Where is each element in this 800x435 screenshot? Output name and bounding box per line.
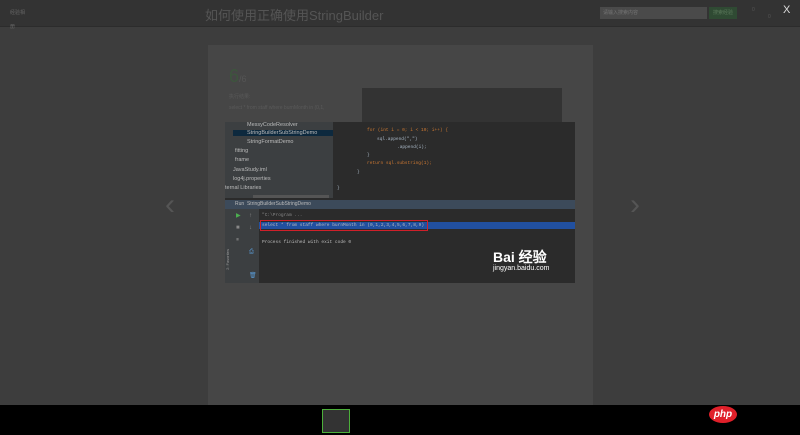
php-badge: php	[709, 406, 737, 423]
code-editor: for (int i = 0; i < 10; i++) { sql.appen…	[337, 122, 575, 198]
article-text: select * from staff where burnMonth in (…	[229, 105, 325, 111]
tree-item[interactable]: MessyCodeResolver	[247, 122, 298, 128]
tree-item[interactable]: frame	[235, 157, 249, 163]
trash-icon[interactable]: 🗑	[249, 273, 257, 279]
logo[interactable]: 经验相册	[10, 6, 28, 30]
code-line: return sql.substring(1);	[367, 161, 432, 166]
tree-item[interactable]: fitting	[235, 148, 248, 154]
run-toolbar: Run StringBuilderSubStringDemo	[225, 200, 575, 209]
project-tree: MessyCodeResolver StringBuilderSubString…	[225, 122, 333, 198]
tree-item[interactable]: StringFormatDemo	[247, 139, 293, 145]
code-line: }	[357, 170, 360, 175]
code-line: for (int i = 0; i < 10; i++) {	[367, 128, 449, 133]
code-line: }	[367, 153, 370, 158]
page-title: 如何使用正确使用StringBuilder	[205, 8, 384, 23]
article-heading: 执行结果:	[229, 94, 251, 100]
print-icon[interactable]: ⎙	[249, 249, 255, 255]
search-input[interactable]	[600, 7, 707, 19]
up-icon[interactable]: ↑	[249, 213, 255, 219]
watermark-url: jingyan.baidu.com	[493, 265, 550, 272]
search-button[interactable]: 搜索经验	[709, 7, 737, 19]
prev-arrow-icon[interactable]: ‹	[165, 188, 175, 222]
tree-item-selected[interactable]: StringBuilderSubStringDemo	[233, 130, 333, 136]
code-line: sql.append(",")	[377, 137, 418, 142]
close-button[interactable]: X	[783, 4, 790, 16]
page-current: 6	[229, 66, 240, 86]
baidu-watermark: Bai 经验	[493, 249, 547, 265]
thumbnail-active[interactable]	[322, 409, 350, 433]
background-image	[362, 88, 562, 122]
run-icon[interactable]: ▶	[236, 213, 242, 219]
run-label: Run	[235, 201, 245, 207]
page-counter: 6/6	[229, 66, 247, 87]
like-count[interactable]: 0	[752, 7, 755, 13]
code-line: .append(i);	[397, 145, 427, 150]
code-line: }	[337, 186, 340, 191]
thumbnail-strip	[0, 405, 800, 435]
lightbox-image: MessyCodeResolver StringBuilderSubString…	[225, 122, 575, 283]
tree-item[interactable]: ternal Libraries	[225, 185, 261, 191]
stop-icon[interactable]: ■	[236, 225, 242, 231]
tree-item[interactable]: log4j.properties	[233, 176, 271, 182]
highlight-box	[260, 220, 428, 231]
pause-icon[interactable]: ⏸	[236, 237, 242, 243]
next-arrow-icon[interactable]: ›	[630, 188, 640, 222]
page-total: /6	[239, 74, 247, 84]
top-bar: 经验相册 如何使用正确使用StringBuilder 搜索经验 0 0 X	[0, 0, 800, 30]
run-sidebar: ▶ ■ ⏸ ↑ ↓ ⎙ 🗑 2: Favorites	[225, 209, 259, 283]
console-line: "C:\Program ...	[262, 213, 303, 218]
run-config[interactable]: StringBuilderSubStringDemo	[247, 201, 311, 207]
comment-count[interactable]: 0	[768, 14, 771, 20]
down-icon[interactable]: ↓	[249, 225, 255, 231]
favorites-tab[interactable]: 2: Favorites	[225, 249, 230, 270]
console-line: Process finished with exit code 0	[262, 240, 352, 245]
scrollbar[interactable]	[253, 195, 329, 198]
tree-item[interactable]: JavaStudy.iml	[233, 167, 267, 173]
